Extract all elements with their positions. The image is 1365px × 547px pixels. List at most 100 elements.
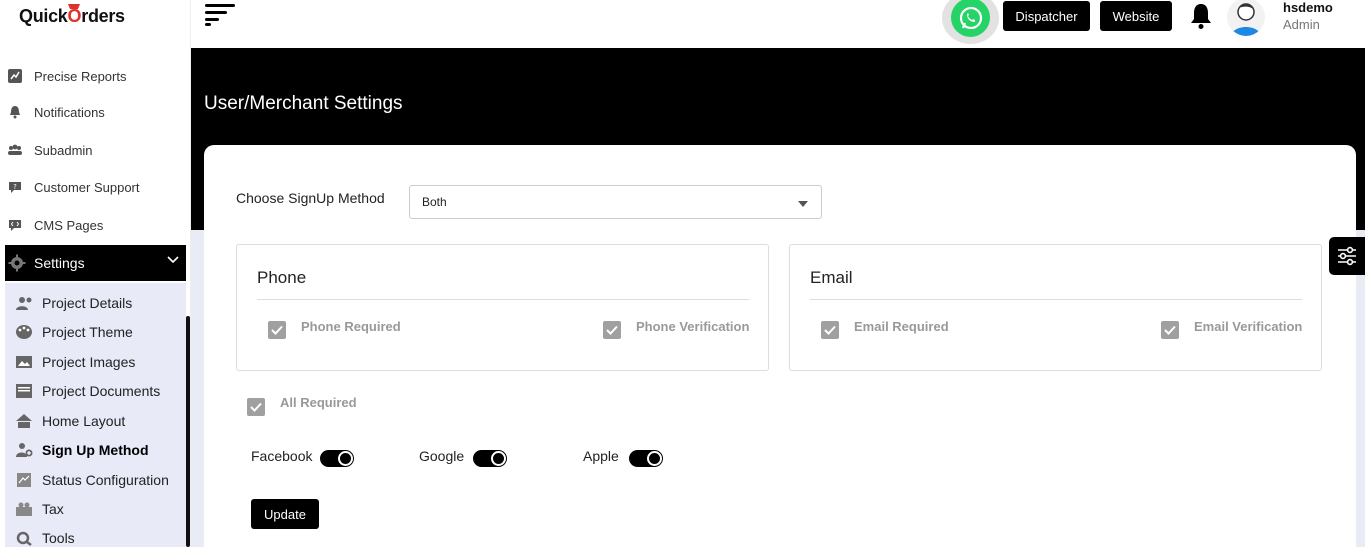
email-required-label: Email Required	[854, 319, 949, 334]
signup-method-select[interactable]: Both	[409, 185, 822, 219]
phone-required-checkbox[interactable]	[268, 321, 286, 339]
toggle-knob	[491, 451, 506, 466]
email-required-checkbox[interactable]	[821, 321, 839, 339]
tools-icon	[16, 531, 32, 546]
notification-bell-icon[interactable]	[1188, 2, 1214, 30]
sidebar-item-label: Customer Support	[34, 179, 140, 195]
email-settings-box: Email Email Required Email Verification	[789, 244, 1322, 371]
submenu-item-label: Tools	[42, 530, 75, 546]
submenu-item-label: Tax	[42, 501, 64, 517]
google-label: Google	[419, 448, 465, 464]
user-gear-icon	[16, 297, 32, 310]
submenu-item-tools[interactable]: Tools	[5, 524, 186, 547]
signup-method-label: Choose SignUp Method	[236, 190, 385, 206]
phone-required-label: Phone Required	[301, 319, 401, 334]
submenu-item-project-images[interactable]: Project Images	[5, 348, 186, 376]
divider	[810, 299, 1302, 300]
user-plus-icon	[16, 443, 33, 457]
sidebar-item-label: Subadmin	[34, 142, 93, 158]
email-box-title: Email	[810, 268, 853, 287]
chevron-down-icon	[167, 256, 179, 264]
toggle-knob	[338, 451, 353, 466]
all-required-label: All Required	[280, 395, 357, 410]
sidebar-item-customer-support[interactable]: ? Customer Support	[0, 172, 186, 202]
website-button[interactable]: Website	[1100, 1, 1172, 31]
sliders-icon	[1338, 246, 1356, 266]
submenu-item-tax[interactable]: Tax	[5, 495, 186, 523]
submenu-item-label: Project Images	[42, 354, 136, 370]
support-icon: ?	[9, 182, 21, 193]
page-title: User/Merchant Settings	[204, 93, 403, 114]
email-verification-label: Email Verification	[1194, 319, 1303, 334]
user-role: Admin	[1283, 17, 1320, 32]
checkmark-icon	[1164, 325, 1176, 335]
checkmark-icon	[606, 325, 618, 335]
phone-settings-box: Phone Phone Required Phone Verification	[236, 244, 769, 371]
email-verification-checkbox[interactable]	[1161, 321, 1179, 339]
sidebar-item-settings[interactable]: Settings	[5, 245, 186, 281]
apple-toggle[interactable]	[629, 450, 663, 467]
submenu-item-sign-up-method[interactable]: Sign Up Method	[5, 436, 186, 464]
submenu-item-status-configuration[interactable]: Status Configuration	[5, 466, 186, 494]
submenu-item-project-details[interactable]: Project Details	[5, 289, 186, 317]
logo-text-rders: rders	[81, 6, 125, 26]
sidebar-item-label: Notifications	[34, 104, 105, 120]
apple-label: Apple	[583, 448, 619, 464]
palette-icon	[16, 325, 32, 339]
dispatcher-button[interactable]: Dispatcher	[1003, 1, 1090, 31]
facebook-toggle[interactable]	[320, 450, 354, 467]
checkmark-icon	[271, 325, 283, 335]
phone-box-title: Phone	[257, 268, 307, 287]
update-button[interactable]: Update	[251, 499, 319, 529]
svg-text:?: ?	[13, 183, 17, 191]
theme-settings-button[interactable]	[1329, 237, 1365, 275]
dropdown-caret-icon	[798, 201, 808, 207]
sidebar: QuickOrders Precise Reports Notification…	[0, 0, 191, 547]
hamburger-menu-icon[interactable]	[205, 3, 237, 27]
sidebar-item-label: CMS Pages	[34, 217, 104, 233]
sidebar-item-precise-reports[interactable]: Precise Reports	[0, 61, 186, 91]
all-required-checkbox[interactable]	[247, 398, 265, 416]
users-icon	[8, 144, 22, 155]
submenu-item-project-documents[interactable]: Project Documents	[5, 377, 186, 405]
signup-method-value: Both	[422, 195, 447, 209]
submenu-item-label: Status Configuration	[42, 472, 169, 488]
submenu-item-label: Sign Up Method	[42, 442, 149, 458]
chart-icon	[8, 69, 22, 83]
submenu-item-label: Project Details	[42, 295, 133, 311]
submenu-item-project-theme[interactable]: Project Theme	[5, 318, 186, 346]
checkmark-icon	[824, 325, 836, 335]
submenu-item-label: Project Documents	[42, 383, 161, 399]
gear-icon	[8, 254, 26, 272]
phone-verification-checkbox[interactable]	[603, 321, 621, 339]
sidebar-scrollbar[interactable]	[186, 316, 190, 547]
sidebar-item-subadmin[interactable]: Subadmin	[0, 135, 186, 165]
logo-text-quick: Quick	[19, 6, 68, 26]
image-icon	[16, 356, 32, 368]
user-name: hsdemo	[1283, 0, 1333, 15]
submenu-item-label: Home Layout	[42, 413, 126, 429]
avatar[interactable]	[1227, 0, 1265, 36]
document-icon	[16, 384, 32, 398]
phone-verification-label: Phone Verification	[636, 319, 750, 334]
tax-icon	[16, 502, 32, 516]
settings-label: Settings	[34, 255, 85, 271]
checkmark-icon	[250, 402, 262, 412]
status-icon	[17, 473, 31, 487]
sidebar-item-notifications[interactable]: Notifications	[0, 97, 186, 127]
whatsapp-icon	[959, 6, 982, 29]
submenu-item-label: Project Theme	[42, 324, 133, 340]
bell-icon	[10, 106, 20, 119]
submenu-item-home-layout[interactable]: Home Layout	[5, 407, 186, 435]
logo-cart-icon	[68, 4, 80, 9]
settings-submenu: Project Details Project Theme Project Im…	[5, 283, 186, 547]
divider	[257, 299, 749, 300]
sidebar-item-label: Precise Reports	[34, 68, 127, 84]
facebook-label: Facebook	[251, 448, 313, 464]
google-toggle[interactable]	[473, 450, 507, 467]
user-avatar-icon	[1231, 3, 1261, 36]
code-icon	[9, 220, 21, 231]
sidebar-item-cms-pages[interactable]: CMS Pages	[0, 210, 186, 240]
toggle-knob	[647, 451, 662, 466]
home-icon	[16, 414, 32, 428]
